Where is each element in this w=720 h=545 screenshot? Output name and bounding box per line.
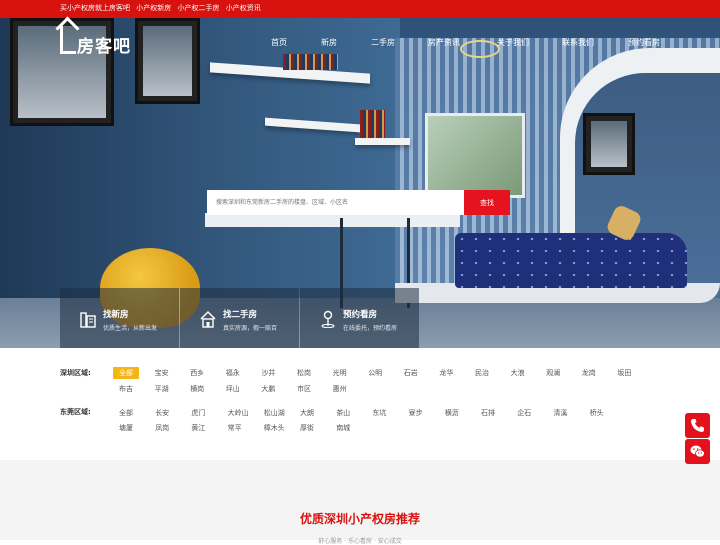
building-icon xyxy=(80,312,96,328)
feature-strip: 找新房 优质生活，从新出发 找二手房 真实房源，假一赔百 预约看房 在线委托，预… xyxy=(60,288,420,348)
feature-subtitle: 真实房源，假一赔百 xyxy=(223,325,278,332)
area-tag[interactable]: 观澜 xyxy=(546,367,560,379)
area-tag[interactable]: 企石 xyxy=(517,407,531,419)
nav-second-hand[interactable]: 二手房 xyxy=(371,37,395,48)
area-tag[interactable]: 大朗 xyxy=(300,407,314,419)
window-image xyxy=(425,113,525,198)
top-link-slogan[interactable]: 买小产权房就上房客吧 xyxy=(60,4,130,12)
top-links: 买小产权房就上房客吧 小产权新房 小产权二手房 小产权资讯 xyxy=(60,3,265,13)
top-link-new[interactable]: 小产权新房 xyxy=(136,4,171,12)
area-tag[interactable]: 常平 xyxy=(228,422,242,434)
dongguan-area-label: 东莞区域: xyxy=(60,408,91,416)
area-tag[interactable]: 龙华 xyxy=(439,367,453,379)
area-tag[interactable]: 龙岗 xyxy=(582,367,596,379)
area-tag[interactable]: 塘厦 xyxy=(119,422,133,434)
nav-news[interactable]: 房产资讯 xyxy=(428,37,460,48)
section-subtitle: 舒心服务 · 乐心看房 · 安心成交 xyxy=(318,538,402,545)
area-tag[interactable]: 坪山 xyxy=(226,383,240,395)
nav-contact[interactable]: 联系我们 xyxy=(562,37,594,48)
feature-title: 找新房 xyxy=(103,310,129,320)
area-tag[interactable]: 长安 xyxy=(155,407,169,419)
area-tag[interactable]: 桥头 xyxy=(590,407,604,419)
area-tag[interactable]: 东坑 xyxy=(372,407,386,419)
area-tag[interactable]: 清溪 xyxy=(553,407,567,419)
area-tag[interactable]: 坂田 xyxy=(617,367,631,379)
area-tag[interactable]: 樟木头 xyxy=(264,422,285,434)
search-bar: 查找 xyxy=(207,190,510,215)
feature-title: 预约看房 xyxy=(343,310,378,320)
area-tag[interactable]: 大浪 xyxy=(511,367,525,379)
person-pin-icon xyxy=(321,310,335,328)
area-tag[interactable]: 寮步 xyxy=(409,407,423,419)
area-tag[interactable]: 大鹏 xyxy=(261,383,275,395)
area-tag[interactable]: 茶山 xyxy=(336,407,350,419)
area-tag[interactable]: 平湖 xyxy=(155,383,169,395)
area-tag[interactable]: 石岩 xyxy=(404,367,418,379)
area-tag[interactable]: 惠州 xyxy=(333,383,347,395)
shenzhen-area-label: 深圳区域: xyxy=(60,369,91,377)
picture-frame xyxy=(135,18,200,104)
area-filter: 深圳区域: 全部 宝安 西乡 福永 沙井 松岗 光明 公明 石岩 龙华 民治 大浪 观澜 龙岗 坂田 布吉 平… xyxy=(0,348,720,460)
top-bar: 买小产权房就上房客吧 小产权新房 小产权二手房 小产权资讯 xyxy=(0,0,720,18)
area-tag[interactable]: 民治 xyxy=(475,367,489,379)
wechat-icon xyxy=(690,445,705,458)
area-tag[interactable]: 横沥 xyxy=(445,407,459,419)
area-tag[interactable]: 松岗 xyxy=(297,367,311,379)
picture-frame xyxy=(583,113,635,175)
phone-icon xyxy=(691,419,704,432)
house-icon xyxy=(200,310,216,328)
wechat-float-button[interactable] xyxy=(685,439,710,464)
top-link-second[interactable]: 小产权二手房 xyxy=(177,4,219,12)
recommend-section: 优质深圳小产权房推荐 舒心服务 · 乐心看房 · 安心成交 xyxy=(0,460,720,545)
area-tag[interactable]: 虎门 xyxy=(191,407,205,419)
area-tag[interactable]: 沙井 xyxy=(261,367,275,379)
area-tag[interactable]: 松山湖 xyxy=(264,407,285,419)
feature-second-hand[interactable]: 找二手房 真实房源，假一赔百 xyxy=(180,288,299,348)
area-tag[interactable]: 全部 xyxy=(119,407,133,419)
top-link-news[interactable]: 小产权资讯 xyxy=(226,4,261,12)
nav-about[interactable]: 关于我们 xyxy=(497,37,529,48)
feature-subtitle: 优质生活，从新出发 xyxy=(103,325,158,332)
area-tag[interactable]: 厚街 xyxy=(300,422,314,434)
feature-title: 找二手房 xyxy=(223,310,258,320)
feature-new-homes[interactable]: 找新房 优质生活，从新出发 xyxy=(60,288,179,348)
area-tag[interactable]: 黄江 xyxy=(191,422,205,434)
bed-image xyxy=(455,233,687,288)
area-tag[interactable]: 公明 xyxy=(368,367,382,379)
area-tag[interactable]: 大岭山 xyxy=(228,407,249,419)
main-nav: 首页 新房 二手房 房产资讯 关于我们 联系我们 预约看房 xyxy=(0,37,720,51)
feature-subtitle: 在线委托，预约看房 xyxy=(343,325,398,332)
phone-float-button[interactable] xyxy=(685,413,710,438)
area-tag[interactable]: 光明 xyxy=(333,367,347,379)
search-input[interactable] xyxy=(207,190,464,215)
search-button[interactable]: 查找 xyxy=(464,190,510,215)
area-tag[interactable]: 福永 xyxy=(226,367,240,379)
area-tag[interactable]: 凤岗 xyxy=(155,422,169,434)
section-title: 优质深圳小产权房推荐 xyxy=(299,512,420,526)
area-tag[interactable]: 横岗 xyxy=(190,383,204,395)
area-tag[interactable]: 市区 xyxy=(297,383,311,395)
nav-booking[interactable]: 预约看房 xyxy=(628,37,660,48)
nav-new-homes[interactable]: 新房 xyxy=(321,37,337,48)
nav-home[interactable]: 首页 xyxy=(271,37,287,48)
area-tag[interactable]: 宝安 xyxy=(155,367,169,379)
area-tag[interactable]: 布吉 xyxy=(119,383,133,395)
area-tag[interactable]: 全部 xyxy=(113,367,139,379)
area-tag[interactable]: 南城 xyxy=(336,422,350,434)
area-tag[interactable]: 西乡 xyxy=(190,367,204,379)
feature-booking[interactable]: 预约看房 在线委托，预约看房 xyxy=(300,288,419,348)
area-tag[interactable]: 石排 xyxy=(481,407,495,419)
